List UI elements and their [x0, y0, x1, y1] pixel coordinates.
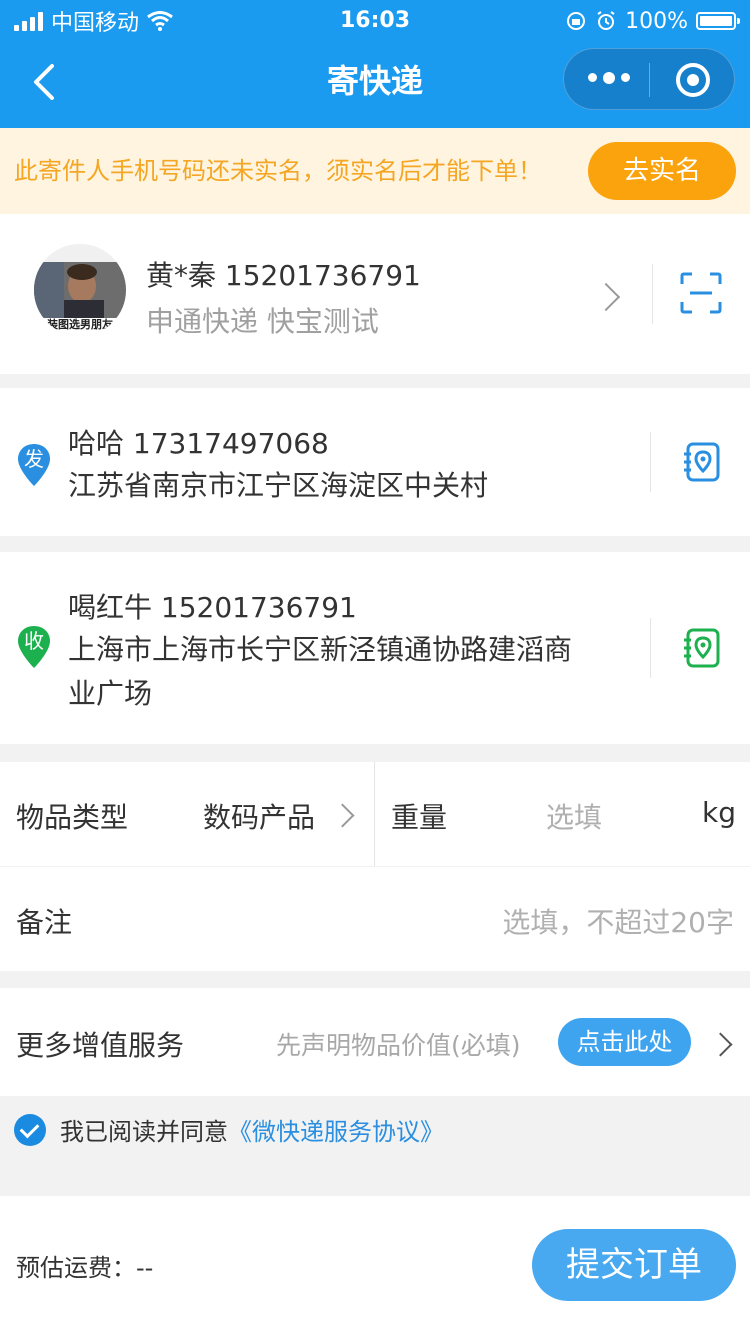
service-hint: 先声明物品价值(必填)	[276, 1031, 521, 1060]
divider	[650, 432, 651, 492]
battery-icon	[696, 12, 740, 30]
weight-input[interactable]: 选填	[546, 796, 602, 836]
sender-address-card[interactable]: 发 哈哈 17317497068 江苏省南京市江宁区海淀区中关村	[0, 388, 750, 536]
avatar: 装图选男朋友	[34, 244, 126, 336]
to-address-line2: 业广场	[68, 677, 153, 710]
status-right: 100%	[565, 4, 740, 38]
service-label: 更多增值服务	[16, 1029, 185, 1062]
avatar-caption: 装图选男朋友	[47, 318, 113, 331]
fee-value: --	[136, 1254, 154, 1282]
warning-text: 此寄件人手机号码还未实名，须实名后才能下单！	[14, 157, 542, 185]
divider	[650, 618, 651, 678]
item-type-label: 物品类型	[16, 801, 129, 834]
item-info-row: 物品类型 数码产品 重量 选填 kg	[0, 762, 750, 866]
submit-order-button[interactable]: 提交订单	[532, 1229, 736, 1301]
scan-icon[interactable]	[680, 272, 722, 314]
fee-label: 预估运费：	[16, 1254, 136, 1282]
to-address-line1: 上海市上海市长宁区新泾镇通协路建滔商	[68, 633, 573, 666]
address-book-icon[interactable]	[682, 442, 722, 482]
weight-unit: kg	[702, 796, 736, 829]
estimated-fee: 预估运费：--	[16, 1248, 153, 1283]
battery-percent: 100%	[625, 8, 688, 34]
chevron-right-icon	[591, 282, 621, 312]
item-type-value[interactable]: 数码产品	[203, 796, 315, 836]
rotation-lock-icon	[567, 12, 586, 30]
to-name-phone: 喝红牛 15201736791	[68, 591, 357, 624]
verify-realname-button[interactable]: 去实名	[588, 142, 736, 200]
mini-program-capsule	[563, 48, 735, 110]
to-tag: 收	[24, 629, 44, 653]
remark-row: 备注 选填，不超过20字	[0, 867, 750, 971]
close-target-icon[interactable]	[676, 63, 710, 97]
from-name-phone: 哈哈 17317497068	[68, 427, 329, 460]
top-header: 中国移动 16:03 100% 寄快递	[0, 0, 750, 128]
divider	[374, 762, 375, 866]
remark-input[interactable]: 选填，不超过20字	[502, 901, 734, 941]
sender-profile-card[interactable]: 装图选男朋友 黄*秦 15201736791 申通快递 快宝测试	[0, 214, 750, 374]
capsule-divider	[649, 63, 650, 97]
weight-label: 重量	[391, 801, 448, 834]
divider	[652, 264, 653, 324]
declare-value-button[interactable]: 点击此处	[558, 1018, 691, 1066]
address-book-icon[interactable]	[682, 628, 722, 668]
agree-checkbox[interactable]	[14, 1114, 46, 1146]
realname-warning-banner: 此寄件人手机号码还未实名，须实名后才能下单！ 去实名	[0, 128, 750, 214]
from-address: 江苏省南京市江宁区海淀区中关村	[68, 469, 489, 502]
receiver-address-card[interactable]: 收 喝红牛 15201736791 上海市上海市长宁区新泾镇通协路建滔商 业广场	[0, 552, 750, 744]
more-icon[interactable]	[588, 72, 630, 84]
from-tag: 发	[24, 447, 44, 471]
agreement-prefix: 我已阅读并同意	[60, 1118, 228, 1146]
chevron-right-icon[interactable]	[330, 803, 355, 828]
alarm-icon	[597, 11, 615, 30]
chevron-right-icon[interactable]	[708, 1032, 733, 1057]
remark-label: 备注	[16, 906, 73, 939]
agreement-text: 我已阅读并同意《微快递服务协议》	[60, 1112, 444, 1147]
service-agreement-link[interactable]: 《微快递服务协议》	[228, 1118, 444, 1146]
sender-name-phone: 黄*秦 15201736791	[146, 259, 421, 292]
sender-company: 申通快递 快宝测试	[146, 305, 379, 338]
